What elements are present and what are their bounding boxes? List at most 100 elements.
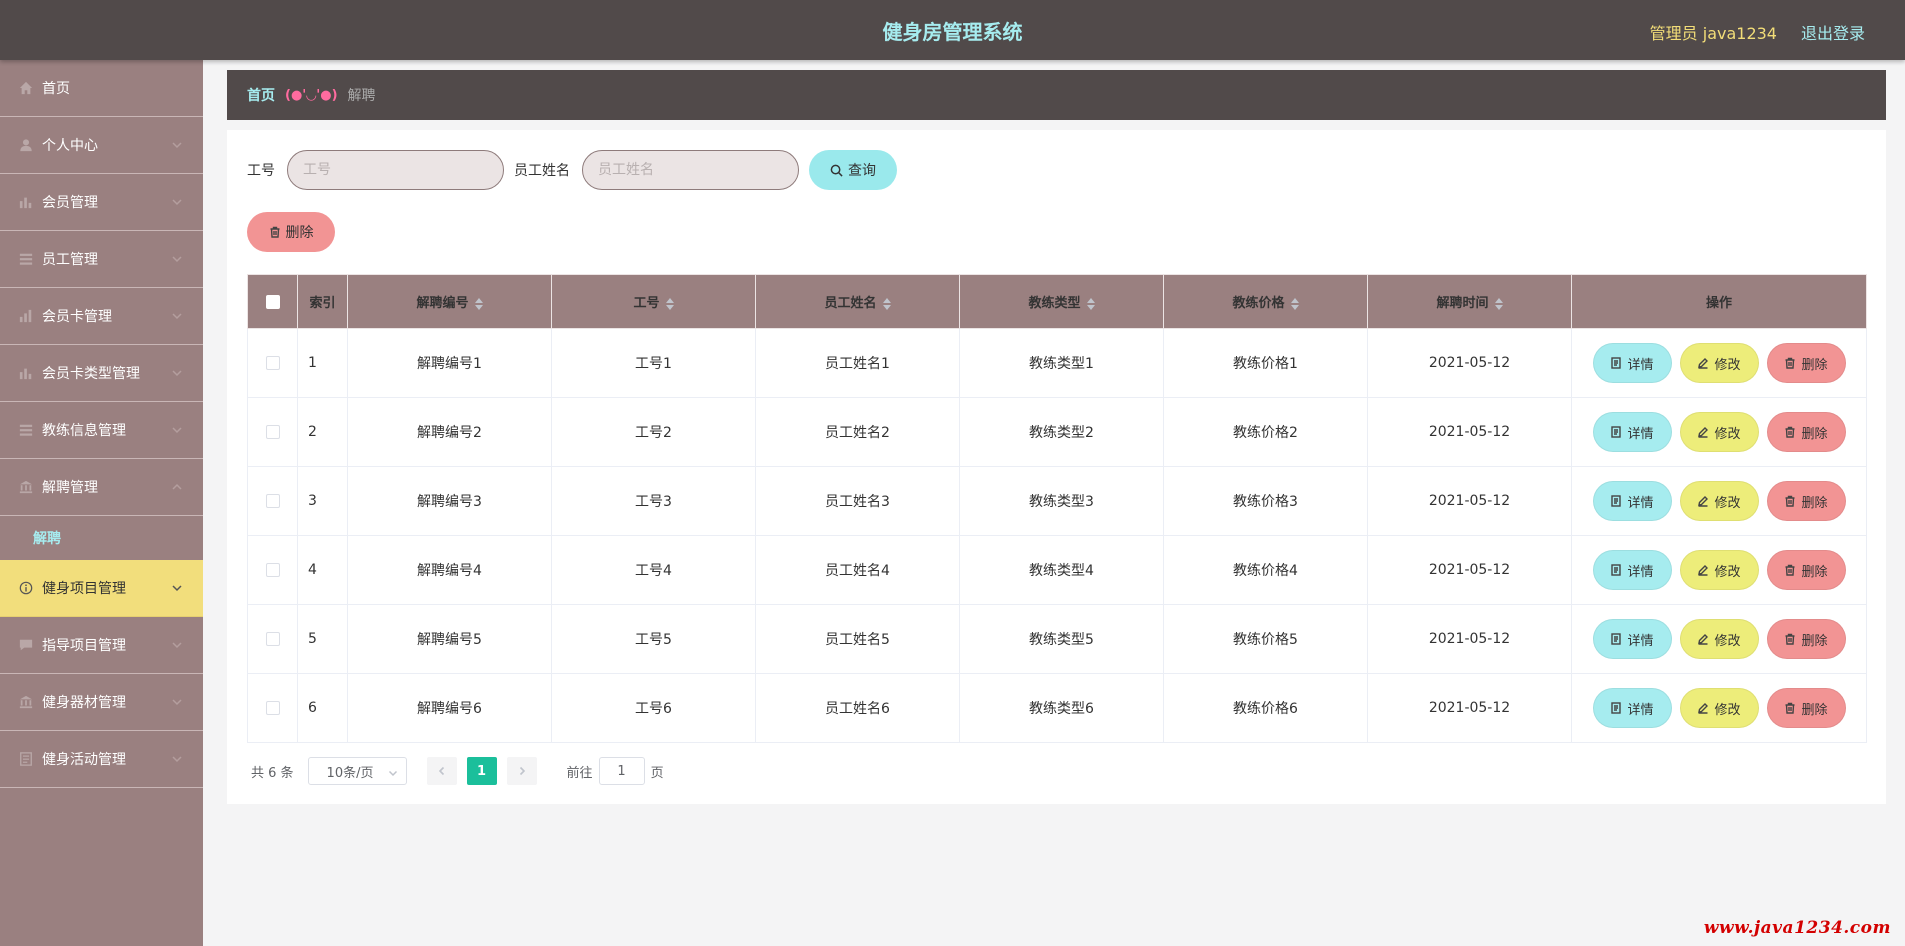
row-select-cell xyxy=(247,673,298,743)
row-delete-label: 删除 xyxy=(1801,564,1828,580)
detail-button[interactable]: 详情 xyxy=(1592,343,1672,383)
detail-button[interactable]: 详情 xyxy=(1592,481,1672,521)
sidebar-item-fitness-project[interactable]: 健身项目管理 xyxy=(0,560,203,617)
select-all-checkbox[interactable] xyxy=(265,294,280,309)
trash-icon xyxy=(1785,564,1795,576)
sidebar-item-guidance-project[interactable]: 指导项目管理 xyxy=(0,617,203,674)
column-header-employee-id[interactable]: 工号 xyxy=(551,274,756,329)
cell-dismissal-no: 解聘编号2 xyxy=(347,397,552,467)
sidebar-subitem-dismissal[interactable]: 解聘 xyxy=(0,516,203,560)
pencil-icon xyxy=(1698,565,1709,576)
sidebar-item-equipment[interactable]: 健身器材管理 xyxy=(0,674,203,731)
detail-button[interactable]: 详情 xyxy=(1592,688,1672,728)
employee-id-input[interactable] xyxy=(287,150,504,190)
sidebar-item-personal-center[interactable]: 个人中心 xyxy=(0,117,203,174)
sidebar-item-home[interactable]: 首页 xyxy=(0,60,203,117)
table-row: 4 解聘编号4 工号4 员工姓名4 教练类型4 教练价格4 2021-05-12 详情 修改 删除 xyxy=(247,535,1867,605)
sidebar-item-label: 会员卡管理 xyxy=(42,309,112,325)
column-header-index: 索引 xyxy=(297,274,348,329)
page-size-value: 10条/页 xyxy=(326,765,374,781)
sidebar-item-activity[interactable]: 健身活动管理 xyxy=(0,731,203,788)
table-row: 6 解聘编号6 工号6 员工姓名6 教练类型6 教练价格6 2021-05-12 详情 修改 删除 xyxy=(247,673,1867,743)
pencil-icon xyxy=(1698,703,1709,714)
logout-link[interactable]: 退出登录 xyxy=(1801,20,1865,44)
goto-page-input[interactable] xyxy=(598,757,645,785)
column-header-coach-type[interactable]: 教练类型 xyxy=(959,274,1164,329)
table-row: 1 解聘编号1 工号1 员工姓名1 教练类型1 教练价格1 2021-05-12 详情 修改 删除 xyxy=(247,328,1867,398)
top-bar: 健身房管理系统 管理员 java1234 退出登录 xyxy=(0,0,1905,60)
detail-button[interactable]: 详情 xyxy=(1592,619,1672,659)
query-button[interactable]: 查询 xyxy=(809,150,897,190)
row-checkbox[interactable] xyxy=(265,701,280,715)
row-delete-button[interactable]: 删除 xyxy=(1766,688,1846,728)
edit-button[interactable]: 修改 xyxy=(1679,412,1759,452)
chevron-down-icon xyxy=(171,139,183,151)
edit-button[interactable]: 修改 xyxy=(1679,550,1759,590)
sidebar-item-membership-card[interactable]: 会员卡管理 xyxy=(0,288,203,345)
edit-button[interactable]: 修改 xyxy=(1679,343,1759,383)
detail-button[interactable]: 详情 xyxy=(1592,550,1672,590)
row-checkbox[interactable] xyxy=(265,632,280,646)
cell-employee-id: 工号6 xyxy=(551,673,756,743)
next-page-button[interactable] xyxy=(506,757,537,785)
sidebar-item-member-management[interactable]: 会员管理 xyxy=(0,174,203,231)
query-button-label: 查询 xyxy=(848,163,876,179)
edit-button[interactable]: 修改 xyxy=(1679,688,1759,728)
cell-employee-id: 工号5 xyxy=(551,604,756,674)
cell-employee-id: 工号1 xyxy=(551,328,756,398)
sidebar-item-card-type[interactable]: 会员卡类型管理 xyxy=(0,345,203,402)
prev-page-button[interactable] xyxy=(426,757,457,785)
sidebar-item-dismissal-management[interactable]: 解聘管理 xyxy=(0,459,203,516)
sidebar-item-coach-info[interactable]: 教练信息管理 xyxy=(0,402,203,459)
cell-employee-name: 员工姓名3 xyxy=(755,466,960,536)
search-form: 工号 员工姓名 查询 xyxy=(247,150,897,190)
list-icon xyxy=(18,422,34,438)
pencil-icon xyxy=(1698,358,1709,369)
employee-name-input[interactable] xyxy=(582,150,799,190)
row-delete-button[interactable]: 删除 xyxy=(1766,481,1846,521)
chart-icon xyxy=(18,365,34,381)
column-header-coach-price[interactable]: 教练价格 xyxy=(1163,274,1368,329)
bank-icon xyxy=(18,694,34,710)
row-checkbox[interactable] xyxy=(265,494,280,508)
sort-icon[interactable] xyxy=(1494,297,1503,310)
column-header-dismissal-no[interactable]: 解聘编号 xyxy=(347,274,552,329)
page-size-select[interactable]: 10条/页 xyxy=(307,757,407,785)
chart-icon xyxy=(18,194,34,210)
document-icon xyxy=(1611,633,1622,645)
page-number-button[interactable]: 1 xyxy=(466,757,497,785)
employee-name-label: 员工姓名 xyxy=(514,163,570,179)
detail-label: 详情 xyxy=(1627,633,1654,649)
row-delete-button[interactable]: 删除 xyxy=(1766,343,1846,383)
chevron-down-icon xyxy=(171,310,183,322)
sort-icon[interactable] xyxy=(1086,297,1095,310)
edit-button[interactable]: 修改 xyxy=(1679,619,1759,659)
detail-label: 详情 xyxy=(1627,564,1654,580)
breadcrumb-home-link[interactable]: 首页 xyxy=(247,85,275,105)
sidebar-item-label: 会员卡类型管理 xyxy=(42,366,140,382)
row-checkbox[interactable] xyxy=(265,563,280,577)
sidebar-item-label: 教练信息管理 xyxy=(42,423,126,439)
edit-button[interactable]: 修改 xyxy=(1679,481,1759,521)
cell-dismissal-no: 解聘编号5 xyxy=(347,604,552,674)
cell-coach-price: 教练价格5 xyxy=(1163,604,1368,674)
row-delete-button[interactable]: 删除 xyxy=(1766,550,1846,590)
cell-index: 5 xyxy=(297,604,348,674)
sort-icon[interactable] xyxy=(882,297,891,310)
row-delete-button[interactable]: 删除 xyxy=(1766,412,1846,452)
row-delete-button[interactable]: 删除 xyxy=(1766,619,1846,659)
row-select-cell xyxy=(247,466,298,536)
sort-icon[interactable] xyxy=(665,297,674,310)
row-checkbox[interactable] xyxy=(265,425,280,439)
column-header-dismissal-time[interactable]: 解聘时间 xyxy=(1367,274,1572,329)
sidebar-item-staff-management[interactable]: 员工管理 xyxy=(0,231,203,288)
column-header-employee-name[interactable]: 员工姓名 xyxy=(755,274,960,329)
row-checkbox[interactable] xyxy=(265,356,280,370)
chevron-up-icon xyxy=(171,481,183,493)
sort-icon[interactable] xyxy=(1290,297,1299,310)
batch-delete-button[interactable]: 删除 xyxy=(247,212,335,252)
row-select-cell xyxy=(247,535,298,605)
cell-index: 1 xyxy=(297,328,348,398)
sort-icon[interactable] xyxy=(474,297,483,310)
detail-button[interactable]: 详情 xyxy=(1592,412,1672,452)
